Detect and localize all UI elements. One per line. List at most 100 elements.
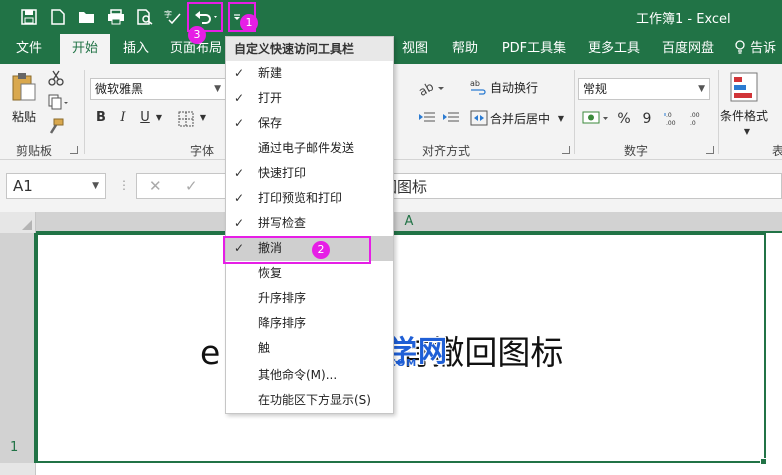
check-icon: ✓ <box>234 91 245 105</box>
italic-button[interactable]: I <box>114 108 132 128</box>
menu-item-spelling[interactable]: ✓ 拼写检查 <box>226 211 393 236</box>
print-icon[interactable] <box>104 5 128 29</box>
cut-icon[interactable] <box>48 70 64 89</box>
row-header-2[interactable] <box>0 463 36 475</box>
lightbulb-icon <box>734 40 750 56</box>
menu-item-label: 降序排序 <box>258 316 307 330</box>
wrap-text-icon[interactable]: ab <box>470 78 488 99</box>
currency-icon[interactable] <box>582 110 610 129</box>
increase-decimal-icon[interactable]: .0.00 <box>664 110 684 129</box>
alignment-launcher-icon[interactable] <box>562 146 570 154</box>
menu-item-label: 保存 <box>258 116 283 130</box>
check-icon: ✓ <box>234 66 245 80</box>
spelling-icon[interactable]: 字 <box>162 5 184 29</box>
percent-button[interactable]: % <box>616 109 632 129</box>
alignment-group-label: 对齐方式 <box>422 144 471 158</box>
menu-item-new[interactable]: ✓ 新建 <box>226 61 393 86</box>
bold-button[interactable]: B <box>92 108 110 128</box>
menu-item-redo[interactable]: 恢复 <box>226 261 393 286</box>
comma-button[interactable]: 9 <box>640 109 654 129</box>
check-icon: ✓ <box>234 116 245 130</box>
select-all-button[interactable] <box>0 212 36 233</box>
underline-dropdown-icon[interactable]: ▼ <box>154 108 164 128</box>
menu-item-open[interactable]: ✓ 打开 <box>226 86 393 111</box>
wrap-text-label[interactable]: 自动换行 <box>490 78 538 98</box>
menu-item-touch-mode[interactable]: 触 <box>226 336 393 361</box>
merge-dropdown-icon[interactable]: ▼ <box>556 109 566 129</box>
chevron-down-icon: ▼ <box>698 84 705 94</box>
formula-bar-grip-icon: ⋮ <box>118 178 130 192</box>
merge-center-label[interactable]: 合并后居中 <box>490 109 550 129</box>
menu-item-label: 快速打印 <box>258 166 307 180</box>
paste-label: 粘贴 <box>12 110 37 124</box>
menu-item-label: 其他命令(M)... <box>258 368 338 382</box>
new-icon[interactable] <box>47 5 69 29</box>
menu-item-label: 升序排序 <box>258 291 307 305</box>
name-box-value: A1 <box>13 177 33 195</box>
borders-dropdown-icon[interactable]: ▼ <box>198 108 208 128</box>
print-preview-icon[interactable] <box>134 5 156 29</box>
tab-home[interactable]: 开始 <box>60 34 110 64</box>
menu-item-quick-print[interactable]: ✓ 快速打印 <box>226 161 393 186</box>
annotation-badge-2: 2 <box>312 241 330 259</box>
orientation-icon[interactable]: ab <box>416 79 448 99</box>
menu-item-sort-descending[interactable]: 降序排序 <box>226 311 393 336</box>
row-header-1[interactable] <box>0 233 36 463</box>
tab-tell-me[interactable]: 告诉 <box>734 34 782 64</box>
tab-help[interactable]: 帮助 <box>442 34 488 64</box>
indent-increase-icon[interactable] <box>442 111 460 128</box>
tab-insert[interactable]: 插入 <box>112 34 160 64</box>
menu-item-label: 恢复 <box>258 266 283 280</box>
open-icon[interactable] <box>75 5 99 29</box>
chevron-down-icon: ▼ <box>214 84 221 94</box>
copy-icon[interactable] <box>48 94 70 113</box>
underline-button[interactable]: U <box>136 108 154 128</box>
tab-view[interactable]: 视图 <box>392 34 438 64</box>
svg-text:ab: ab <box>418 80 436 96</box>
conditional-format-icon[interactable] <box>730 72 758 105</box>
column-header-a[interactable]: A <box>36 212 782 233</box>
merge-center-icon[interactable] <box>470 110 488 129</box>
number-launcher-icon[interactable] <box>706 146 714 154</box>
format-painter-icon[interactable] <box>48 118 64 137</box>
borders-icon[interactable] <box>178 111 194 130</box>
menu-item-label: 通过电子邮件发送 <box>258 141 355 155</box>
font-group-label: 字体 <box>190 144 215 158</box>
menu-item-print-preview[interactable]: ✓ 打印预览和打印 <box>226 186 393 211</box>
cell-text-left: e <box>200 333 221 372</box>
tab-baidu-netdisk[interactable]: 百度网盘 <box>654 34 722 64</box>
title-bar: 字 工作簿1 - Excel <box>0 0 782 34</box>
menu-item-email[interactable]: 通过电子邮件发送 <box>226 136 393 161</box>
cancel-icon[interactable]: ✕ <box>149 177 162 195</box>
indent-decrease-icon[interactable] <box>418 111 436 128</box>
number-format-value: 常规 <box>583 82 608 96</box>
save-icon[interactable] <box>18 5 40 29</box>
menu-item-label: 新建 <box>258 66 283 80</box>
menu-item-more-commands[interactable]: 其他命令(M)... <box>226 363 393 388</box>
menu-item-label: 触 <box>258 341 271 355</box>
menu-item-save[interactable]: ✓ 保存 <box>226 111 393 136</box>
tab-more-tools[interactable]: 更多工具 <box>580 34 648 64</box>
paste-button[interactable]: 粘贴 <box>8 70 42 130</box>
menu-item-label: 打印预览和打印 <box>258 191 343 205</box>
svg-text:字: 字 <box>164 9 172 19</box>
menu-item-show-below-ribbon[interactable]: 在功能区下方显示(S) <box>226 388 393 413</box>
name-box[interactable]: A1 ▼ <box>6 173 106 199</box>
menu-item-sort-ascending[interactable]: 升序排序 <box>226 286 393 311</box>
fill-handle[interactable] <box>760 458 767 465</box>
number-format-combo[interactable]: 常规 ▼ <box>578 78 710 100</box>
enter-icon[interactable]: ✓ <box>185 177 198 195</box>
menu-header: 自定义快速访问工具栏 <box>226 37 393 61</box>
window-title: 工作簿1 - Excel <box>636 12 731 27</box>
check-icon: ✓ <box>234 166 245 180</box>
tab-file[interactable]: 文件 <box>2 34 56 64</box>
tab-pdf-tools[interactable]: PDF工具集 <box>496 34 572 64</box>
conditional-format-dropdown-icon[interactable]: ▼ <box>742 122 752 142</box>
customize-qat-menu: 自定义快速访问工具栏 ✓ 新建 ✓ 打开 ✓ 保存 通过电子邮件发送 ✓ 快速打… <box>225 36 394 414</box>
svg-text:.00: .00 <box>666 120 676 126</box>
svg-text:.0: .0 <box>666 112 672 119</box>
clipboard-launcher-icon[interactable] <box>70 146 78 154</box>
decrease-decimal-icon[interactable]: .00.0 <box>688 110 708 129</box>
check-icon: ✓ <box>234 191 245 205</box>
font-name-combo[interactable]: 微软雅黑 ▼ <box>90 78 226 100</box>
